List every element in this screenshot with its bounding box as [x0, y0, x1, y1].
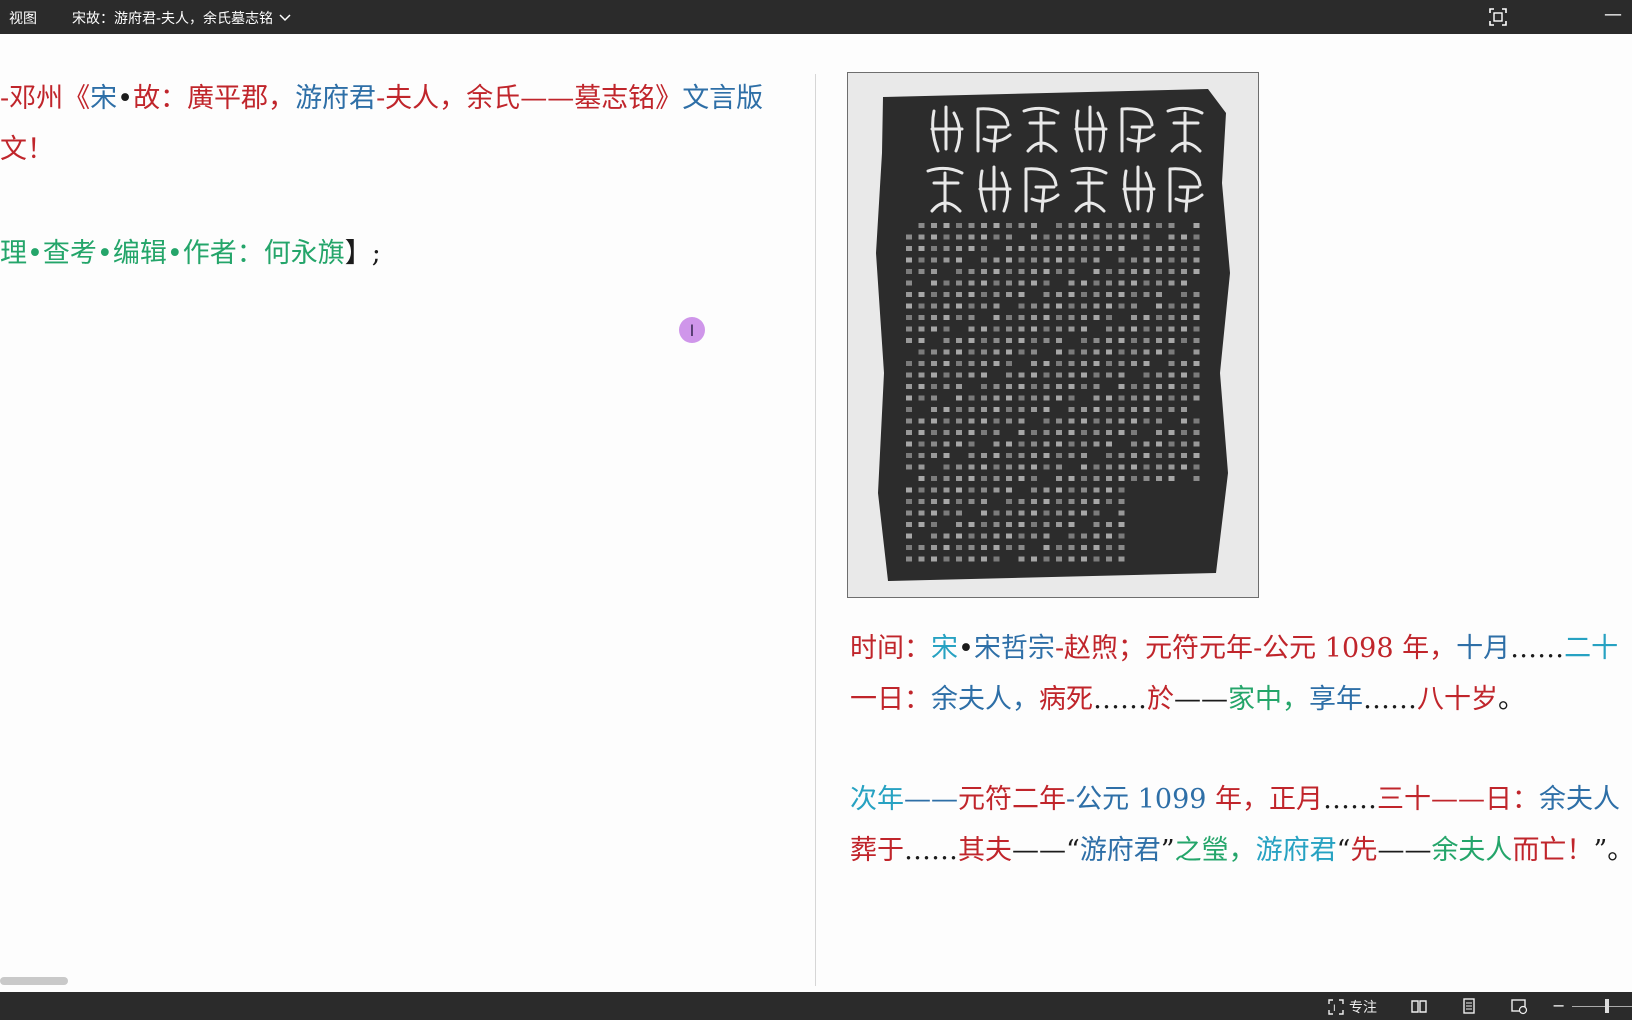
- text-run: 1099: [1137, 784, 1207, 815]
- text-run: 其夫: [958, 835, 1012, 866]
- chevron-down-icon: [279, 14, 291, 22]
- text-run: 廣平郡，: [187, 83, 296, 114]
- left-text-line-2: 文！: [0, 130, 54, 170]
- text-run: 余夫人: [1431, 835, 1513, 866]
- column-divider: [815, 74, 816, 986]
- text-cursor-indicator: I: [679, 317, 705, 343]
- text-run: ——: [904, 784, 958, 815]
- text-run: 病死: [1039, 684, 1093, 715]
- svg-text:I: I: [1333, 1004, 1336, 1014]
- text-run: 年，: [1393, 633, 1457, 664]
- text-run: 日：: [1485, 784, 1540, 815]
- status-bar: I 专注 −: [0, 992, 1632, 1020]
- text-run: -赵煦；: [1054, 633, 1146, 664]
- text-run: 正月: [1269, 784, 1324, 815]
- text-run: -夫人，: [376, 83, 467, 114]
- text-run: 次年: [850, 784, 904, 815]
- text-run: 游府君: [1079, 835, 1161, 866]
- text-run: 先: [1350, 835, 1378, 866]
- text-run: 年，: [1206, 784, 1270, 815]
- text-run: 十月: [1456, 633, 1511, 664]
- text-run: 游府君: [1255, 835, 1337, 866]
- text-run: 余氏: [466, 83, 521, 114]
- right-text-line-2: 一日：余夫人，病死……於——家中，享年……八十岁。: [850, 680, 1525, 720]
- text-run: 故：: [133, 83, 188, 114]
- title-bar: 视图 宋故：游府君-夫人，余氏墓志铭 —: [0, 0, 1632, 34]
- text-run: 葬于: [850, 835, 904, 866]
- left-text-line-1: -邓州《宋•故：廣平郡，游府君-夫人，余氏——墓志铭》文言版: [0, 79, 763, 119]
- minimize-button[interactable]: —: [1604, 4, 1622, 25]
- horizontal-scrollbar-thumb[interactable]: [0, 977, 68, 985]
- focus-mode-button[interactable]: I 专注: [1328, 997, 1377, 1017]
- text-run: 之瑩，: [1174, 835, 1256, 866]
- document-title[interactable]: 宋故：游府君-夫人，余氏墓志铭: [72, 8, 291, 28]
- text-run: 余夫人，: [931, 684, 1039, 715]
- text-run: ……: [1510, 633, 1565, 664]
- text-run: ——: [1431, 784, 1486, 815]
- left-text-line-3: 理•查考•编辑•作者：何永旗】;: [0, 234, 381, 274]
- text-run: 享年: [1309, 684, 1363, 715]
- view-menu[interactable]: 视图: [9, 8, 37, 28]
- text-run: 】;: [344, 238, 381, 269]
- text-run: 。: [1498, 684, 1525, 715]
- text-run: ……: [1363, 684, 1417, 715]
- print-layout-icon[interactable]: [1460, 997, 1478, 1015]
- web-layout-icon[interactable]: [1510, 997, 1528, 1015]
- text-run: 宋: [90, 83, 118, 114]
- text-run: 而亡！: [1512, 835, 1594, 866]
- text-run: 宋哲宗: [973, 633, 1055, 664]
- text-run: -邓州《: [0, 83, 91, 114]
- right-text-line-3: 次年——元符二年-公元 1099 年，正月……三十——日：余夫人: [850, 780, 1620, 820]
- text-run: 二十: [1564, 633, 1619, 664]
- text-run: 文言版: [682, 83, 764, 114]
- document-page[interactable]: -邓州《宋•故：廣平郡，游府君-夫人，余氏——墓志铭》文言版 文！ 理•查考•编…: [0, 34, 1632, 992]
- epitaph-rubbing-image[interactable]: [847, 72, 1259, 598]
- zoom-slider-track[interactable]: [1572, 1006, 1632, 1007]
- zoom-out-button[interactable]: −: [1552, 996, 1565, 1015]
- text-run: 元符二年: [958, 784, 1066, 815]
- right-text-line-1: 时间：宋•宋哲宗-赵煦；元符元年-公元 1098 年，十月……二十: [850, 629, 1618, 669]
- text-run: 文！: [0, 134, 54, 165]
- text-run: 三十: [1377, 784, 1432, 815]
- text-run: ——: [1174, 684, 1228, 715]
- text-run: 时间：: [850, 633, 931, 664]
- text-run: -公元: [1253, 633, 1325, 664]
- text-run: ”。: [1593, 835, 1632, 866]
- text-run: ——: [1377, 835, 1432, 866]
- focus-mode-label: 专注: [1349, 1000, 1377, 1016]
- text-run: 1098: [1324, 633, 1394, 664]
- text-run: ……: [1323, 784, 1378, 815]
- document-title-text: 宋故：游府君-夫人，余氏墓志铭: [72, 11, 274, 27]
- focus-icon: I: [1328, 999, 1344, 1015]
- read-mode-icon[interactable]: [1410, 997, 1428, 1015]
- right-text-line-4: 葬于……其夫——“游府君”之瑩，游府君“先——余夫人而亡！”。: [850, 831, 1632, 871]
- text-run: 一日：: [850, 684, 931, 715]
- text-run: ……: [1093, 684, 1147, 715]
- text-run: •: [117, 83, 134, 114]
- text-run: 宋: [931, 633, 958, 664]
- text-run: 元符元年: [1145, 633, 1254, 664]
- text-run: -公元: [1066, 784, 1138, 815]
- zoom-slider-thumb[interactable]: [1605, 999, 1609, 1013]
- text-run: ……: [904, 835, 958, 866]
- text-run: 於: [1147, 684, 1174, 715]
- text-run: •: [958, 633, 974, 664]
- full-screen-icon[interactable]: [1488, 7, 1508, 27]
- text-run: 八十岁: [1417, 684, 1498, 715]
- text-run: 理•查考•编辑•作者：何永旗: [0, 238, 345, 269]
- text-run: ——墓志铭》: [520, 83, 683, 114]
- text-run: 余夫人: [1539, 784, 1621, 815]
- rubbing-illustration: [848, 73, 1258, 597]
- text-run: “: [1336, 835, 1351, 866]
- text-run: ”: [1160, 835, 1175, 866]
- text-run: 家中，: [1228, 684, 1309, 715]
- text-run: ——“: [1012, 835, 1080, 866]
- text-run: 游府君: [295, 83, 377, 114]
